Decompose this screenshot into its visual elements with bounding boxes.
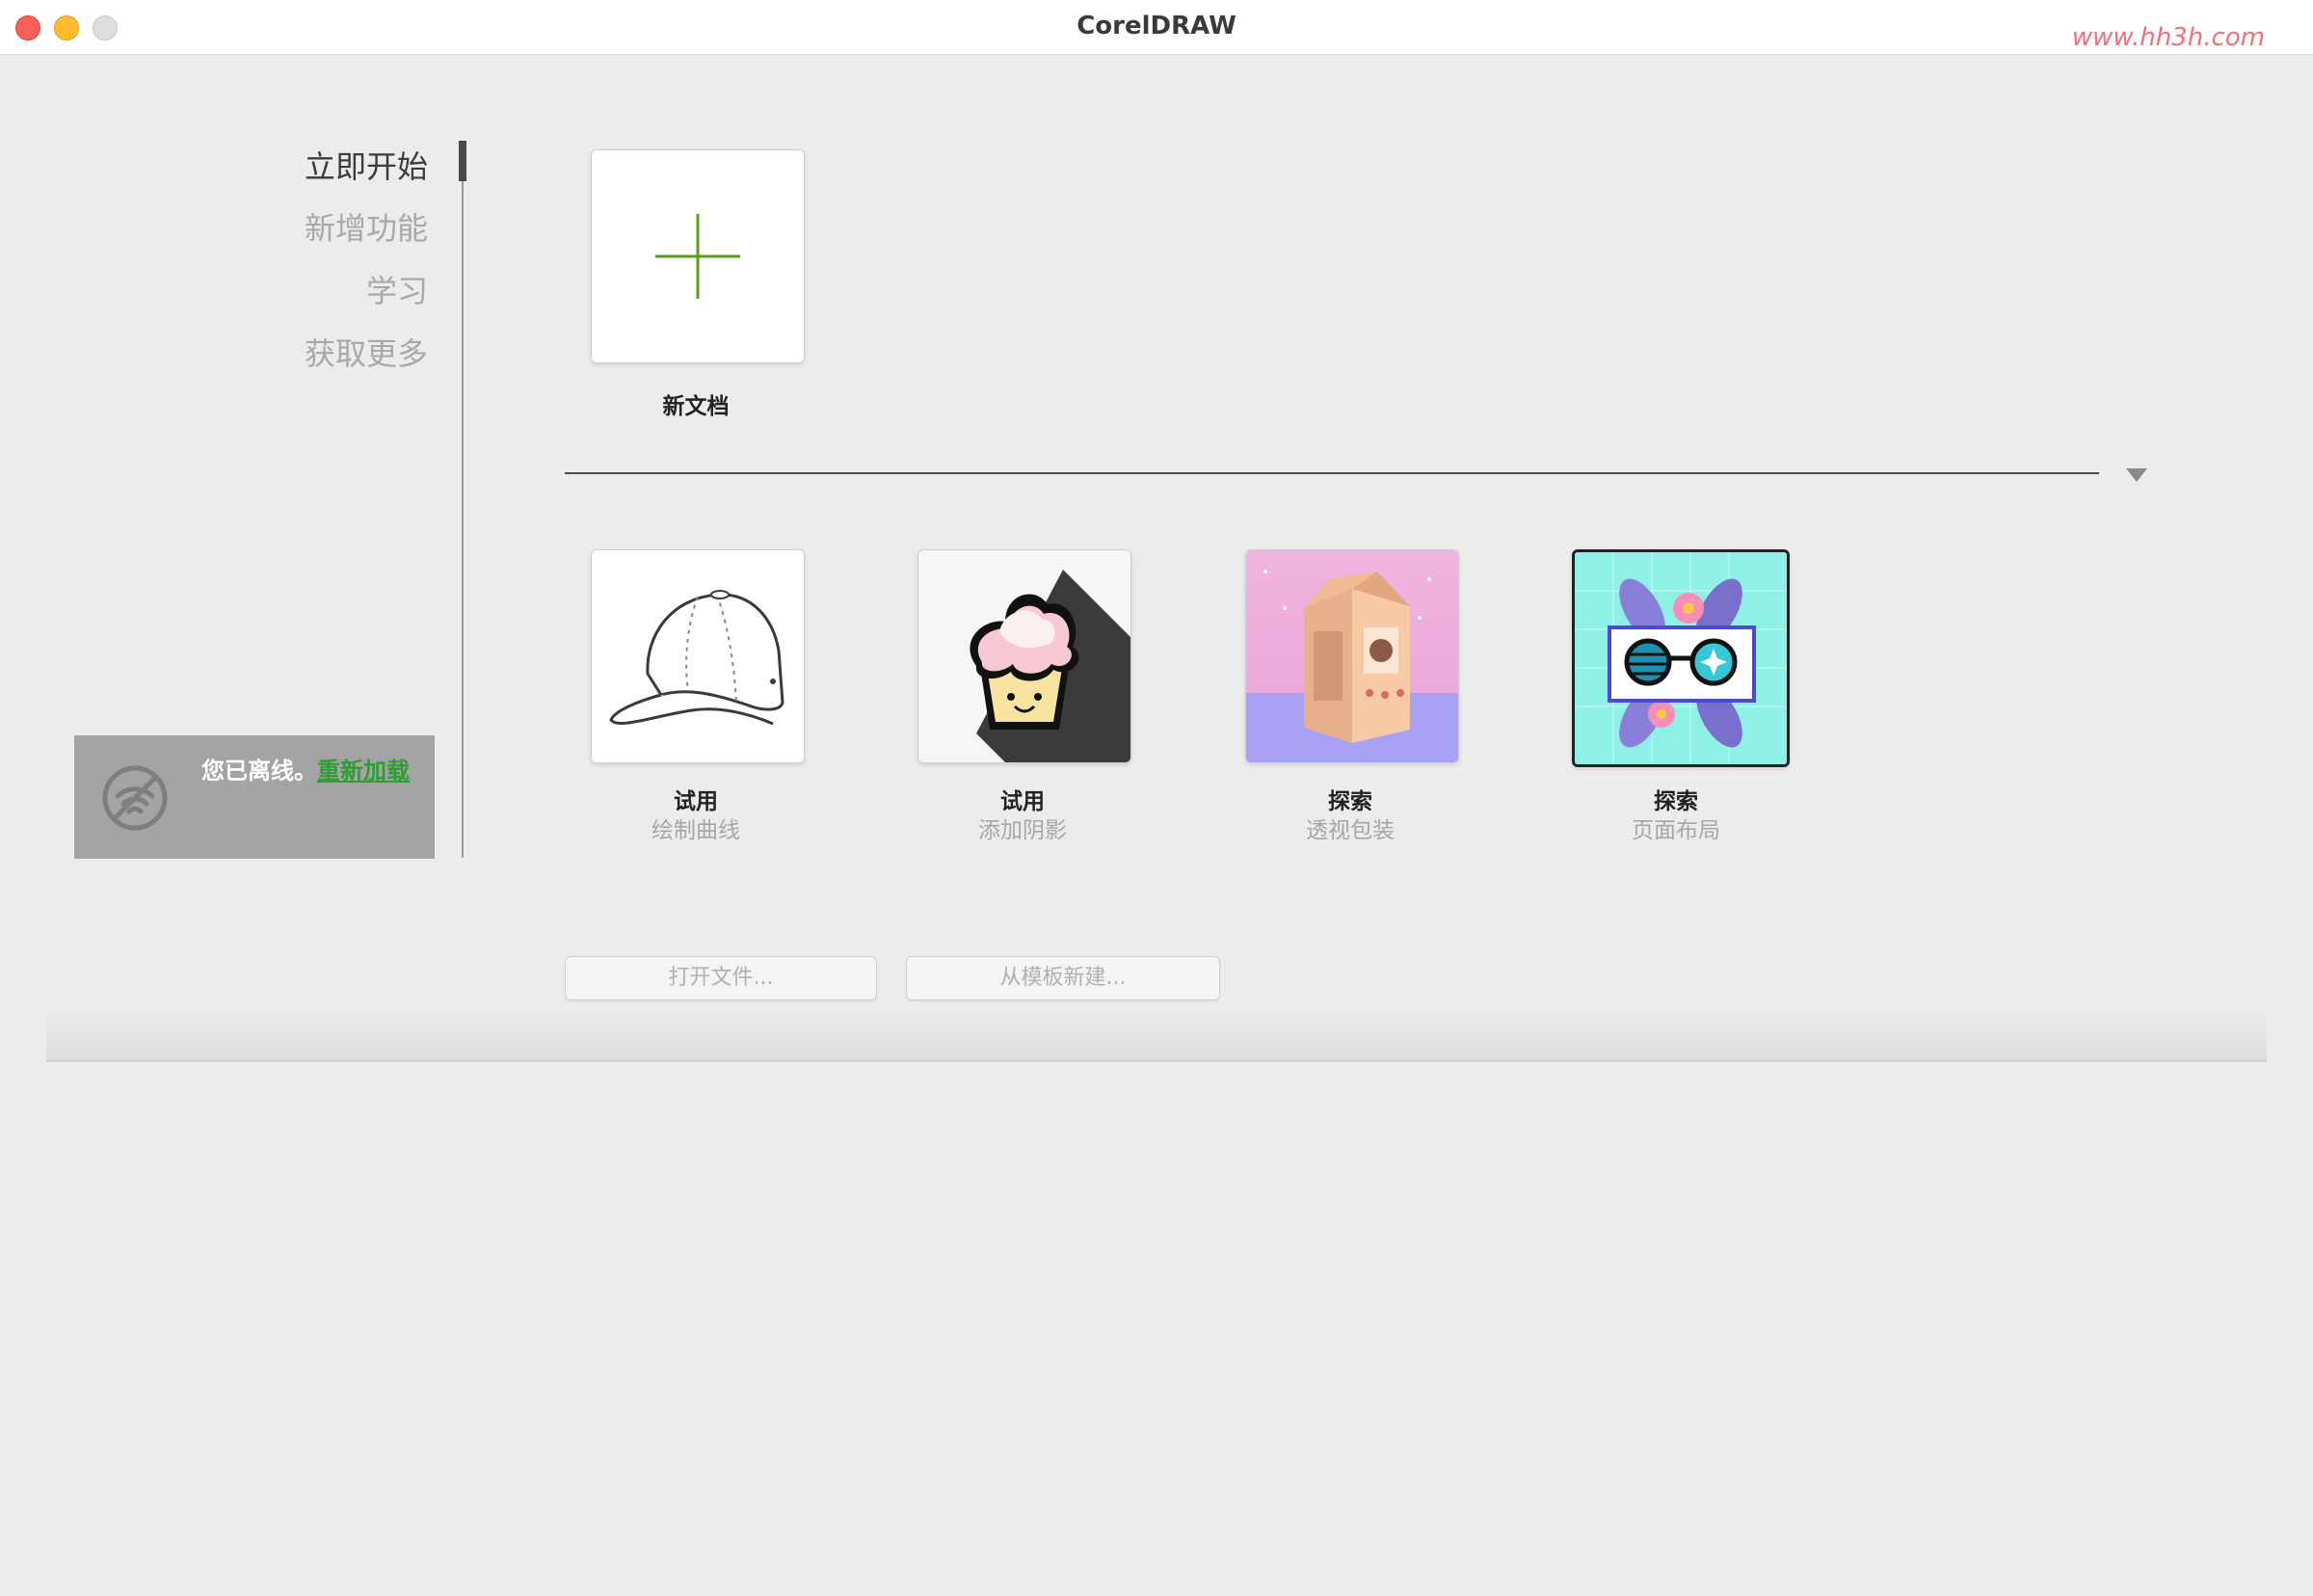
nav-active-marker <box>459 141 466 181</box>
tutorial-subtitle[interactable]: 添加阴影 <box>878 811 1167 844</box>
plus-icon <box>655 214 740 299</box>
nav-item-get-more[interactable]: 获取更多 <box>139 330 428 374</box>
footer-band <box>46 1010 2267 1062</box>
reload-link[interactable]: 重新加载 <box>317 758 410 785</box>
watermark: www.hh3h.com <box>2071 23 2265 52</box>
offline-text: 您已离线。重新加载 <box>201 757 413 785</box>
tutorial-title[interactable]: 探索 <box>1531 783 1821 815</box>
nav-rail <box>462 141 464 858</box>
nav-item-learn[interactable]: 学习 <box>139 267 428 311</box>
tutorial-title[interactable]: 试用 <box>878 783 1167 815</box>
tutorial-tile-perspective-packaging[interactable] <box>1245 549 1459 763</box>
tutorial-subtitle[interactable]: 透视包装 <box>1206 811 1495 844</box>
app-window: CorelDRAW www.hh3h.com 立即开始 新增功能 学习 获取更多… <box>0 0 2313 1596</box>
no-wifi-icon <box>102 765 168 831</box>
milk-carton-illustration <box>1246 550 1458 762</box>
sunglasses-flowers-illustration <box>1575 552 1787 764</box>
cupcake-illustration <box>918 550 1130 762</box>
tutorial-title[interactable]: 试用 <box>551 783 840 815</box>
new-document-label[interactable]: 新文档 <box>551 387 840 420</box>
tutorial-subtitle[interactable]: 绘制曲线 <box>551 811 840 844</box>
new-from-template-button[interactable]: 从模板新建... <box>906 956 1220 1000</box>
offline-notice: 您已离线。重新加载 <box>74 735 435 859</box>
baseball-cap-illustration <box>592 550 804 762</box>
nav-item-whats-new[interactable]: 新增功能 <box>139 204 428 249</box>
tutorial-tile-add-shadow[interactable] <box>917 549 1131 763</box>
open-file-button[interactable]: 打开文件... <box>565 956 877 1000</box>
tutorial-tile-page-layout[interactable] <box>1572 549 1790 767</box>
collapse-arrow-icon[interactable] <box>2126 468 2147 482</box>
window-title: CorelDRAW <box>1077 12 1236 40</box>
tutorial-subtitle[interactable]: 页面布局 <box>1531 811 1821 844</box>
tutorial-title[interactable]: 探索 <box>1206 783 1495 815</box>
tutorial-tile-draw-curves[interactable] <box>591 549 805 763</box>
new-document-tile[interactable] <box>591 149 805 363</box>
section-divider <box>565 472 2099 474</box>
title-bar: CorelDRAW www.hh3h.com <box>0 0 2313 55</box>
nav-item-get-started[interactable]: 立即开始 <box>139 143 428 187</box>
offline-message: 您已离线。 <box>201 758 317 785</box>
